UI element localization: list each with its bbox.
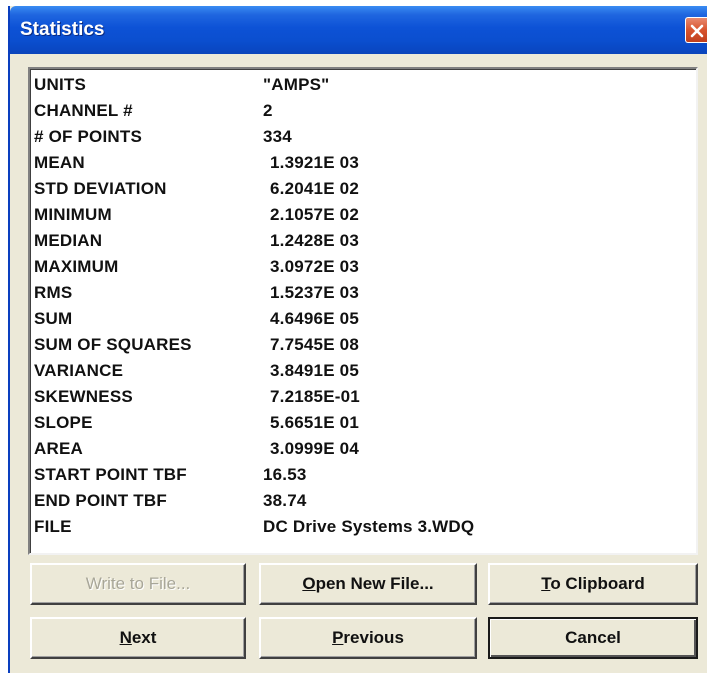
list-item: FILE DC Drive Systems 3.WDQ <box>34 517 674 539</box>
stat-value: DC Drive Systems 3.WDQ <box>263 517 475 536</box>
stat-value: 4.6496E 05 <box>270 309 359 328</box>
stat-label: SKEWNESS <box>34 387 133 406</box>
close-button[interactable] <box>685 17 707 43</box>
stat-value: "AMPS" <box>263 75 330 94</box>
stat-value: 1.2428E 03 <box>270 231 359 250</box>
list-item: UNITS "AMPS" <box>34 75 674 97</box>
stat-value: 3.0999E 04 <box>270 439 359 458</box>
to-clipboard-button[interactable]: To Clipboard <box>488 563 698 605</box>
stat-label: FILE <box>34 517 72 536</box>
to-clipboard-label: To Clipboard <box>541 574 645 594</box>
stat-value: 2 <box>263 101 273 120</box>
stat-label: RMS <box>34 283 73 302</box>
stat-value: 1.3921E 03 <box>270 153 359 172</box>
stat-label: SUM OF SQUARES <box>34 335 192 354</box>
cancel-label: Cancel <box>565 628 621 647</box>
list-item: MEAN 1.3921E 03 <box>34 153 674 175</box>
stat-value: 334 <box>263 127 292 146</box>
label-rest: o Clipboard <box>550 574 645 593</box>
list-item: SUM 4.6496E 05 <box>34 309 674 331</box>
list-item: MAXIMUM 3.0972E 03 <box>34 257 674 279</box>
next-label: Next <box>120 628 157 648</box>
stat-label: UNITS <box>34 75 86 94</box>
stat-label: MINIMUM <box>34 205 112 224</box>
list-item: END POINT TBF 38.74 <box>34 491 674 513</box>
list-item: MINIMUM 2.1057E 02 <box>34 205 674 227</box>
stat-label: START POINT TBF <box>34 465 187 484</box>
list-item: SLOPE 5.6651E 01 <box>34 413 674 435</box>
label-rest: revious <box>343 628 404 647</box>
list-item: CHANNEL # 2 <box>34 101 674 123</box>
stat-label: # OF POINTS <box>34 127 142 146</box>
stat-value: 7.7545E 08 <box>270 335 359 354</box>
stat-label: END POINT TBF <box>34 491 167 510</box>
mnemonic: O <box>302 574 316 593</box>
write-to-file-button[interactable]: Write to File... <box>30 563 246 605</box>
stat-label: MAXIMUM <box>34 257 119 276</box>
stat-label: STD DEVIATION <box>34 179 167 198</box>
previous-button[interactable]: Previous <box>259 617 477 659</box>
mnemonic: N <box>119 628 132 647</box>
stat-value: 2.1057E 02 <box>270 205 359 224</box>
list-item: SUM OF SQUARES 7.7545E 08 <box>34 335 674 357</box>
stat-label: CHANNEL # <box>34 101 133 120</box>
open-new-file-label: Open New File... <box>302 574 433 594</box>
mnemonic: T <box>541 574 551 593</box>
list-item: # OF POINTS 334 <box>34 127 674 149</box>
previous-label: Previous <box>332 628 404 648</box>
statistics-dialog: Statistics UNITS "AMPS" CHANNEL # 2 # OF P… <box>8 6 707 673</box>
mnemonic: P <box>332 628 344 647</box>
open-new-file-button[interactable]: Open New File... <box>259 563 477 605</box>
stat-value: 3.8491E 05 <box>270 361 359 380</box>
next-button[interactable]: Next <box>30 617 246 659</box>
stat-value: 3.0972E 03 <box>270 257 359 276</box>
stat-label: SLOPE <box>34 413 93 432</box>
stat-value: 7.2185E-01 <box>270 387 360 406</box>
label-rest: pen New File... <box>315 574 434 593</box>
list-item: SKEWNESS 7.2185E-01 <box>34 387 674 409</box>
stat-value: 5.6651E 01 <box>270 413 359 432</box>
label-rest: ext <box>131 628 157 647</box>
title-bar[interactable]: Statistics <box>10 6 707 54</box>
stat-label: MEDIAN <box>34 231 103 250</box>
stat-label: VARIANCE <box>34 361 124 380</box>
statistics-list[interactable]: UNITS "AMPS" CHANNEL # 2 # OF POINTS 334 ME… <box>28 67 698 555</box>
stat-label: AREA <box>34 439 83 458</box>
stat-value: 38.74 <box>263 491 307 510</box>
list-item: VARIANCE 3.8491E 05 <box>34 361 674 383</box>
window-title: Statistics <box>20 19 105 40</box>
list-item: STD DEVIATION 6.2041E 02 <box>34 179 674 201</box>
stat-value: 6.2041E 02 <box>270 179 359 198</box>
stat-label: MEAN <box>34 153 85 172</box>
write-to-file-label: Write to File... <box>85 574 191 593</box>
list-item: RMS 1.5237E 03 <box>34 283 674 305</box>
cancel-button[interactable]: Cancel <box>488 617 698 659</box>
stat-value: 1.5237E 03 <box>270 283 359 302</box>
list-item: MEDIAN 1.2428E 03 <box>34 231 674 253</box>
list-item: START POINT TBF 16.53 <box>34 465 674 487</box>
stat-label: SUM <box>34 309 73 328</box>
list-item: AREA 3.0999E 04 <box>34 439 674 461</box>
close-icon <box>690 24 704 38</box>
stat-value: 16.53 <box>263 465 307 484</box>
